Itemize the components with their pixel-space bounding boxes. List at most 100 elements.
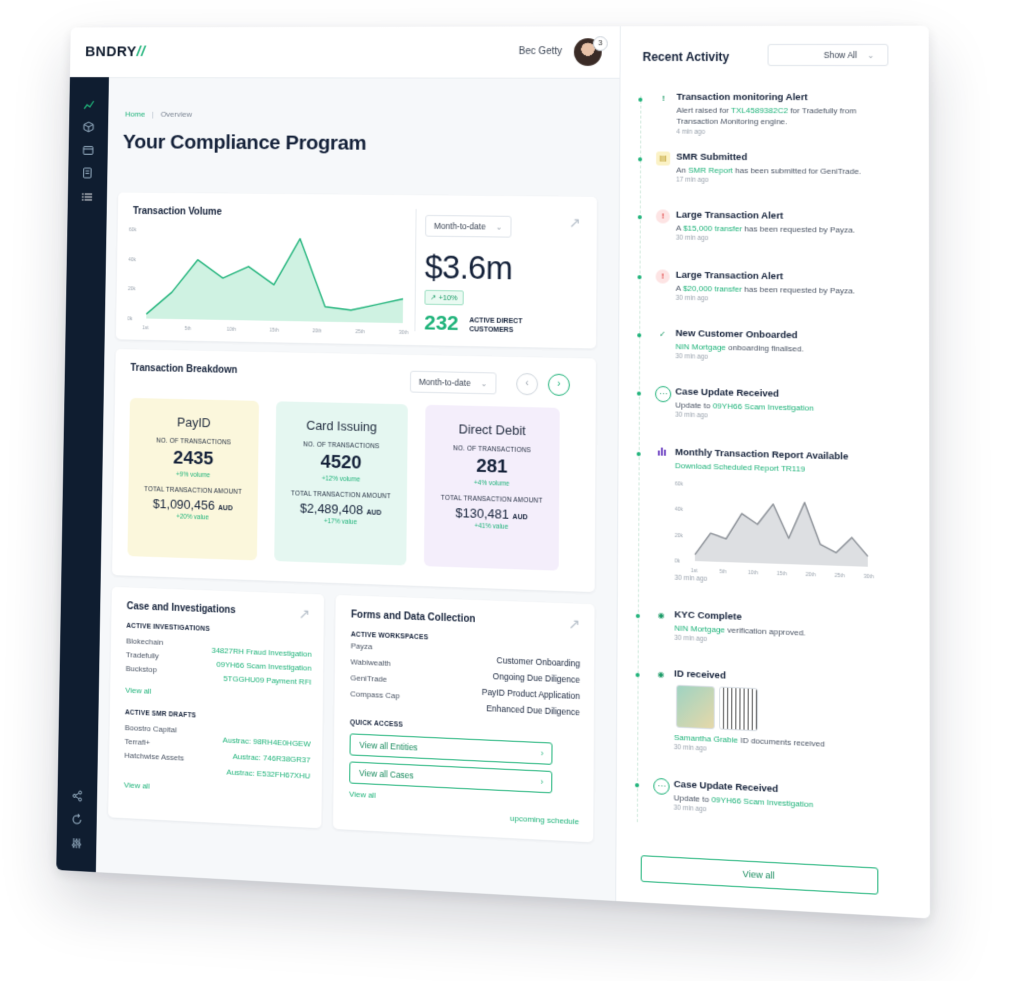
workspace-entity: Payza <box>351 641 373 651</box>
activity-link[interactable]: NIN Mortgage <box>675 342 726 352</box>
expand-arrow-icon[interactable]: ↗ <box>299 606 311 623</box>
activity-item[interactable]: ◉ ID received Samantha Grable ID documen… <box>631 667 910 772</box>
x-tick-label: 10th <box>227 327 237 333</box>
activity-item[interactable]: ⋯ Case Update Received Update to 09YH66 … <box>633 385 909 391</box>
smr-link[interactable]: Austrac: 746R38GR37 <box>233 752 311 765</box>
smr-entity: Hatchwise Assets <box>124 751 184 763</box>
activity-filter-select[interactable]: Show All ⌄ <box>768 44 889 66</box>
list-icon[interactable] <box>79 190 96 207</box>
x-tick-label: 25th <box>355 329 365 335</box>
workspace-form-link[interactable]: Customer Onboarding <box>497 655 581 668</box>
activity-link[interactable]: $20,000 transfer <box>683 284 742 294</box>
id-document-thumbnail[interactable] <box>676 685 715 730</box>
active-customers-label: ACTIVE DIRECT CUSTOMERS <box>469 316 538 335</box>
expand-arrow-icon[interactable]: ↗ <box>569 214 581 231</box>
tile-amount-value: $2,489,408 <box>300 501 363 518</box>
breadcrumb-home[interactable]: Home <box>125 110 145 119</box>
activity-time: 30 min ago <box>675 575 708 583</box>
breakdown-period-select[interactable]: Month-to-date ⌄ <box>410 371 496 395</box>
select-value: Show All <box>824 50 857 60</box>
select-value: Month-to-date <box>419 377 471 388</box>
notification-badge[interactable]: 3 <box>593 36 608 51</box>
chevron-right-icon: › <box>541 743 544 763</box>
next-button[interactable]: › <box>548 374 570 396</box>
expand-arrow-icon[interactable]: ↗ <box>568 615 580 633</box>
id-document-thumbnail[interactable] <box>719 686 758 731</box>
cube-icon[interactable] <box>80 121 97 138</box>
tile-amount-delta: +41% value <box>424 521 559 532</box>
view-all-activity-button[interactable]: View all <box>641 855 879 895</box>
refresh-icon[interactable] <box>68 813 85 832</box>
chevron-right-icon: › <box>557 379 560 390</box>
upcoming-schedule-link[interactable]: upcoming schedule <box>510 814 579 827</box>
activity-time: 4 min ago <box>676 129 705 136</box>
view-all-entities-button[interactable]: View all Entities › <box>349 733 552 765</box>
activity-link[interactable]: 09YH66 Scam Investigation <box>713 401 814 412</box>
active-investigations-label: ACTIVE INVESTIGATIONS <box>126 623 210 633</box>
share-icon[interactable] <box>69 790 86 809</box>
tile-amount-delta: +17% value <box>275 517 407 528</box>
activity-link[interactable]: TXL4589382C2 <box>731 106 788 115</box>
activity-link[interactable]: SMR Report <box>688 166 733 175</box>
fingerprint-icon: ◉ <box>654 608 668 623</box>
prev-button[interactable]: ‹ <box>516 373 538 395</box>
view-all-smr-link[interactable]: View all <box>124 780 150 790</box>
investigation-link[interactable]: 34827RH Fraud Investigation <box>211 646 311 659</box>
investigation-link[interactable]: 5TGGHU09 Payment RFI <box>223 674 311 687</box>
documents-icon[interactable] <box>79 167 96 184</box>
smr-link[interactable]: Austrac: 98RH4E0HGEW <box>223 736 311 749</box>
workspace-form-link[interactable]: Ongoing Due Diligence <box>493 671 580 685</box>
activity-body: A $15,000 transfer has been requested by… <box>676 223 880 236</box>
card-title: Transaction Breakdown <box>130 363 237 376</box>
timeline-dot <box>638 215 642 219</box>
tile-card-issuing[interactable]: Card Issuing NO. OF TRANSACTIONS 4520 +1… <box>274 401 408 565</box>
tile-amount-label: TOTAL TRANSACTION AMOUNT <box>275 490 407 501</box>
workspace-form-link[interactable]: PayID Product Application <box>482 687 580 701</box>
activity-title: ID received <box>674 668 726 681</box>
volume-period-select[interactable]: Month-to-date ⌄ <box>425 215 511 238</box>
smr-entity: Boostro Capital <box>125 723 177 734</box>
activity-link[interactable]: $15,000 transfer <box>683 224 742 234</box>
chevron-down-icon: ⌄ <box>867 51 874 60</box>
tile-payid[interactable]: PayID NO. OF TRANSACTIONS 2435 +9% volum… <box>127 398 259 561</box>
activity-item[interactable]: Monthly Transaction Report Available Dow… <box>632 446 910 587</box>
activity-item[interactable]: ! Transaction monitoring Alert Alert rai… <box>634 92 909 93</box>
user-name[interactable]: Bec Getty <box>519 46 562 57</box>
breadcrumb: Home | Overview <box>125 110 192 119</box>
timeline-dot <box>638 98 642 102</box>
activity-item[interactable]: ! Large Transaction Alert A $15,000 tran… <box>634 209 909 212</box>
tile-direct-debit[interactable]: Direct Debit NO. OF TRANSACTIONS 281 +4%… <box>424 405 560 571</box>
investigation-link[interactable]: 09YH66 Scam Investigation <box>216 660 311 673</box>
view-all-investigations-link[interactable]: View all <box>125 686 151 696</box>
wallet-icon[interactable] <box>80 144 97 161</box>
activity-link[interactable]: Samantha Grable <box>674 733 738 745</box>
workspace-entity: GeniTrade <box>350 673 387 684</box>
smr-link[interactable]: Austrac: E532FH67XHU <box>226 768 310 781</box>
view-all-forms-link[interactable]: View all <box>349 790 376 800</box>
timeline-dot <box>636 614 640 618</box>
activity-text: has been requested by Payza. <box>742 224 855 234</box>
forms-data-card: Forms and Data Collection ↗ ACTIVE WORKS… <box>333 595 595 842</box>
top-bar: BNDRY// Bec Getty 3 <box>70 26 620 78</box>
activity-item[interactable]: ⋯ Case Update Received Update to 09YH66 … <box>631 777 910 790</box>
activity-link[interactable]: 09YH66 Scam Investigation <box>711 795 813 809</box>
activity-link[interactable]: Download Scheduled Report TR119 <box>675 461 805 474</box>
card-title: Forms and Data Collection <box>351 609 475 625</box>
activity-item[interactable]: ! Large Transaction Alert A $20,000 tran… <box>634 269 910 273</box>
workspace-form-link[interactable]: Enhanced Due Diligence <box>486 703 580 717</box>
chart-line-icon[interactable] <box>80 98 97 115</box>
sliders-icon[interactable] <box>68 837 85 856</box>
activity-link[interactable]: NIN Mortgage <box>674 623 725 634</box>
chevron-right-icon: › <box>540 771 543 791</box>
activity-item[interactable]: ▤ SMR Submitted An SMR Report has been s… <box>634 151 909 153</box>
logo[interactable]: BNDRY// <box>85 44 145 60</box>
activity-text: Update to <box>674 793 712 804</box>
activity-item[interactable]: ✓ New Customer Onboarded NIN Mortgage on… <box>633 327 909 332</box>
activity-text: verification approved. <box>725 625 806 637</box>
x-tick-label: 10th <box>748 570 758 577</box>
tile-count-delta: +9% volume <box>129 470 258 481</box>
activity-item[interactable]: ◉ KYC Complete NIN Mortgage verification… <box>632 608 910 618</box>
view-all-cases-button[interactable]: View all Cases › <box>349 761 552 793</box>
tile-name: Card Issuing <box>276 417 408 435</box>
chevron-down-icon: ⌄ <box>481 379 488 388</box>
